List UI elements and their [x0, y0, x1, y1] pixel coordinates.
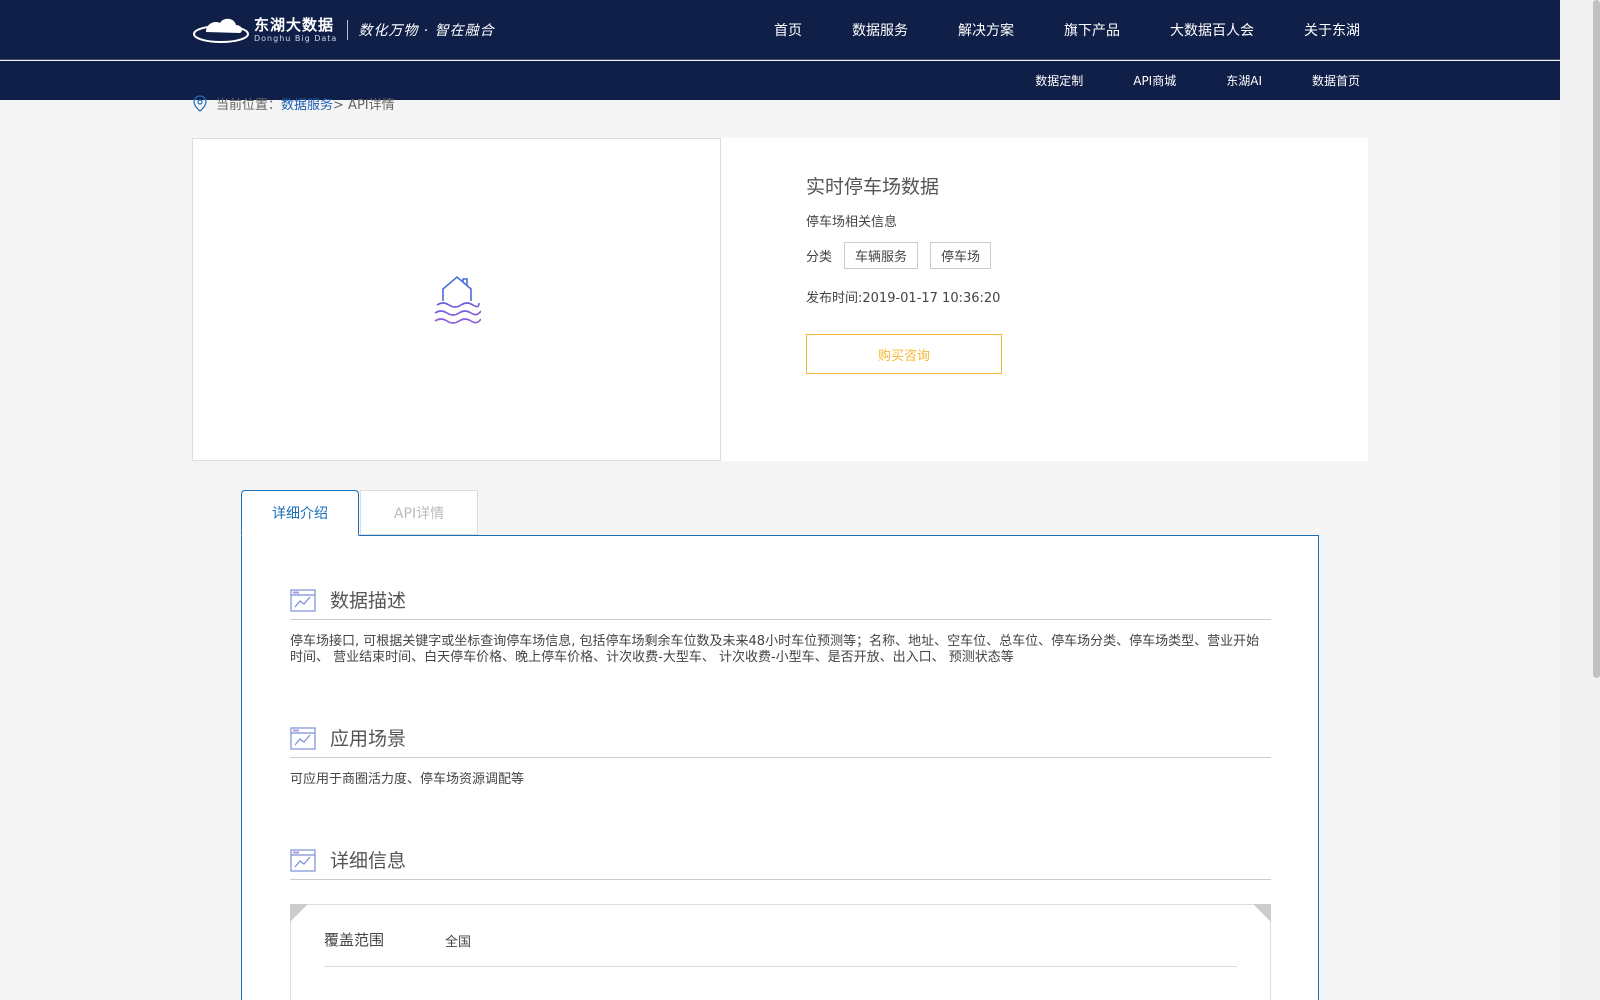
tab-api-detail[interactable]: API详情 [360, 490, 478, 535]
nav-item-about[interactable]: 关于东湖 [1304, 20, 1360, 40]
location-pin-icon [193, 94, 207, 112]
category-label: 分类 [806, 250, 833, 265]
section-title: 应用场景 [330, 728, 407, 750]
scrollbar-thumb[interactable] [1593, 0, 1600, 678]
category-tag[interactable]: 车辆服务 [844, 242, 919, 269]
nav-item-home[interactable]: 首页 [774, 20, 802, 40]
chart-window-icon [290, 726, 316, 750]
sub-nav: 数据定制 API商城 东湖AI 数据首页 [985, 61, 1360, 100]
top-navbar: 东湖大数据 Donghu Big Data 数化万物 · 智在融合 首页 数据服… [0, 0, 1560, 60]
section-detail-info: 详细信息 [290, 844, 1271, 880]
category-tag[interactable]: 停车场 [930, 242, 992, 269]
section-header: 详细信息 [290, 844, 1271, 880]
chart-window-icon [290, 848, 316, 872]
product-header: 实时停车场数据 停车场相关信息 分类 车辆服务 停车场 发布时间:2019-01… [192, 138, 1368, 461]
brand-logo[interactable]: 东湖大数据 Donghu Big Data 数化万物 · 智在融合 [192, 12, 495, 48]
cloud-logo-icon [193, 18, 249, 43]
coverage-label: 覆盖范围 [324, 931, 385, 949]
tab-detail-intro[interactable]: 详细介绍 [241, 490, 359, 536]
coverage-value: 全国 [445, 935, 472, 950]
breadcrumb: 当前位置： 数据服务 > API详情 [192, 94, 395, 113]
nav-item-products[interactable]: 旗下产品 [1064, 20, 1120, 40]
nav-item-data-service[interactable]: 数据服务 [852, 20, 908, 40]
breadcrumb-prefix: 当前位置： [216, 98, 282, 113]
subnav-item-api-store[interactable]: API商城 [1133, 72, 1176, 89]
main-nav: 首页 数据服务 解决方案 旗下产品 大数据百人会 关于东湖 [724, 0, 1360, 60]
detail-tabs: 详细介绍 API详情 [241, 490, 478, 536]
subnav-item-custom[interactable]: 数据定制 [1035, 72, 1083, 89]
subnav-item-ai[interactable]: 东湖AI [1226, 72, 1262, 89]
section-application-scenario: 应用场景 可应用于商圈活力度、停车场资源调配等 [290, 722, 1271, 788]
corner-decoration [290, 904, 308, 922]
buy-consult-button[interactable]: 购买咨询 [806, 334, 1002, 374]
chart-window-icon [290, 588, 316, 612]
section-title: 详细信息 [330, 850, 407, 872]
breadcrumb-current: > API详情 [333, 98, 395, 113]
section-body: 可应用于商圈活力度、停车场资源调配等 [290, 772, 525, 787]
brand-name-en: Donghu Big Data [254, 34, 338, 43]
product-subtitle: 停车场相关信息 [806, 215, 898, 230]
house-waves-icon [434, 275, 481, 324]
publish-time: 发布时间:2019-01-17 10:36:20 [806, 291, 1001, 306]
brand-slogan: 数化万物 · 智在融合 [358, 23, 495, 39]
subnav-item-data-home[interactable]: 数据首页 [1312, 72, 1360, 89]
corner-decoration [1253, 904, 1271, 922]
logo-divider [347, 20, 349, 40]
section-data-description: 数据描述 停车场接口, 可根据关键字或坐标查询停车场信息, 包括停车场剩余车位数… [290, 584, 1271, 666]
product-category: 分类 车辆服务 停车场 [806, 242, 1002, 269]
tab-content: 数据描述 停车场接口, 可根据关键字或坐标查询停车场信息, 包括停车场剩余车位数… [241, 535, 1319, 1000]
brand-name-cn: 东湖大数据 [254, 16, 335, 34]
section-header: 数据描述 [290, 584, 1271, 620]
section-body: 停车场接口, 可根据关键字或坐标查询停车场信息, 包括停车场剩余车位数及未来48… [290, 634, 1260, 665]
breadcrumb-link-data-service[interactable]: 数据服务 [281, 94, 333, 113]
product-title: 实时停车场数据 [806, 176, 940, 198]
table-row: 覆盖范围 全国 [324, 929, 1237, 967]
nav-item-bigdata-club[interactable]: 大数据百人会 [1170, 20, 1254, 40]
section-header: 应用场景 [290, 722, 1271, 758]
product-image [192, 138, 721, 461]
product-info: 实时停车场数据 停车场相关信息 分类 车辆服务 停车场 发布时间:2019-01… [806, 172, 1002, 374]
nav-item-solutions[interactable]: 解决方案 [958, 20, 1014, 40]
detail-info-table: 覆盖范围 全国 [290, 904, 1271, 1000]
section-title: 数据描述 [330, 590, 407, 612]
